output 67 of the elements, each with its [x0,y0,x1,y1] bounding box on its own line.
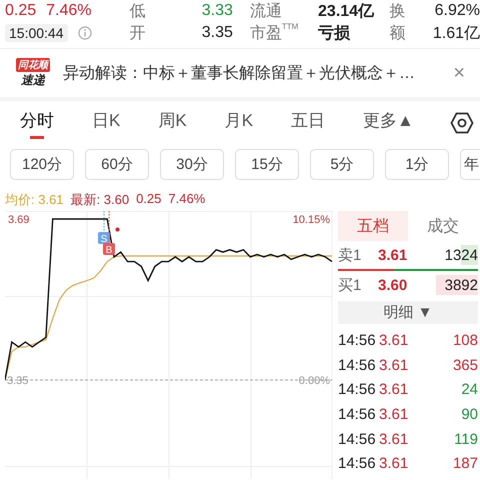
stat-value: 亏损 [318,24,352,44]
chart-tab[interactable]: 日K [84,104,128,142]
stat-label: 流通 [250,2,283,22]
chart-tab[interactable]: 月K [216,104,262,142]
detail-toggle[interactable]: 明细 ▼ [338,301,478,324]
trade-price: 3.61 [379,381,410,398]
stat-label: 换 [389,2,406,22]
trade-volume: 90 [460,406,478,423]
change-percent: 7.46% [168,191,206,208]
period-button[interactable]: 15分 [235,149,299,180]
period-button[interactable]: 30分 [160,149,224,180]
change-value: 0.25 [136,191,162,208]
change-percent: 7.46% [46,2,92,20]
news-logo: 同花顺 速递 [15,58,51,88]
order-label: 卖1 [338,246,362,264]
trade-price: 3.61 [379,430,410,448]
order-label: 买1 [338,276,362,294]
trade-volume: 108 [452,332,478,349]
trade-volume: 365 [452,356,478,374]
average-price: 均价: 3.61 [5,191,64,208]
panel-tab[interactable]: 五档 [338,211,408,241]
trade-price: 3.61 [379,406,410,423]
period-button[interactable]: 1分 [385,149,449,180]
stat-value: 23.14亿 [318,2,376,22]
trade-time: 14:56 [338,455,377,472]
order-volume: 1324 [444,246,478,264]
info-icon [78,26,92,40]
chart-tab[interactable]: 周K [150,104,195,142]
axis-label: 10.15% [292,214,330,226]
trade-price: 3.61 [379,356,410,374]
axis-label: 0.00% [298,375,330,387]
trade-time: 14:56 [338,381,377,398]
order-volume: 3892 [444,276,478,294]
chart-tab[interactable]: 五日 [283,104,334,142]
trade-volume: 24 [460,381,478,398]
stat-label: 低 [130,2,147,22]
quote-time: 15:00:44 [5,24,68,42]
settings-icon[interactable] [450,111,474,135]
chart-tab[interactable]: 更多▲ [355,104,422,142]
stat-label: 额 [389,24,406,44]
close-button[interactable]: × [453,62,465,84]
trade-volume: 119 [453,430,478,448]
trade-price: 3.61 [379,332,410,349]
trade-price: 3.61 [379,455,410,472]
panel-tab[interactable]: 成交 [408,211,478,241]
trade-time: 14:56 [338,356,377,374]
trade-time: 14:56 [338,430,377,448]
trade-volume: 187 [452,455,478,472]
latest-price: 最新: 3.60 [70,191,130,208]
stat-value: 3.33 [200,1,233,21]
news-headline[interactable]: 异动解读：中标＋董事长解除留置＋光伏概念＋… [63,62,442,84]
stat-value: 3.35 [200,23,233,43]
trade-dot [116,228,120,232]
period-button[interactable]: 60分 [85,149,149,180]
stat-label: 市盈$^{TTM}$ [250,22,300,44]
period-button[interactable]: 120分 [10,149,74,180]
trade-time: 14:56 [338,332,377,349]
trade-time: 14:56 [338,406,377,423]
change-value: 0.25 [5,2,36,20]
period-button[interactable]: 5分 [310,149,374,180]
order-price: 3.60 [378,276,408,294]
period-button[interactable]: 年 [460,149,480,180]
axis-label: 3.69 [8,214,30,226]
order-price: 3.61 [378,246,408,264]
stat-value: 6.92% [434,1,480,21]
stat-value: 1.61亿 [432,24,480,44]
stat-label: 开 [130,24,147,44]
